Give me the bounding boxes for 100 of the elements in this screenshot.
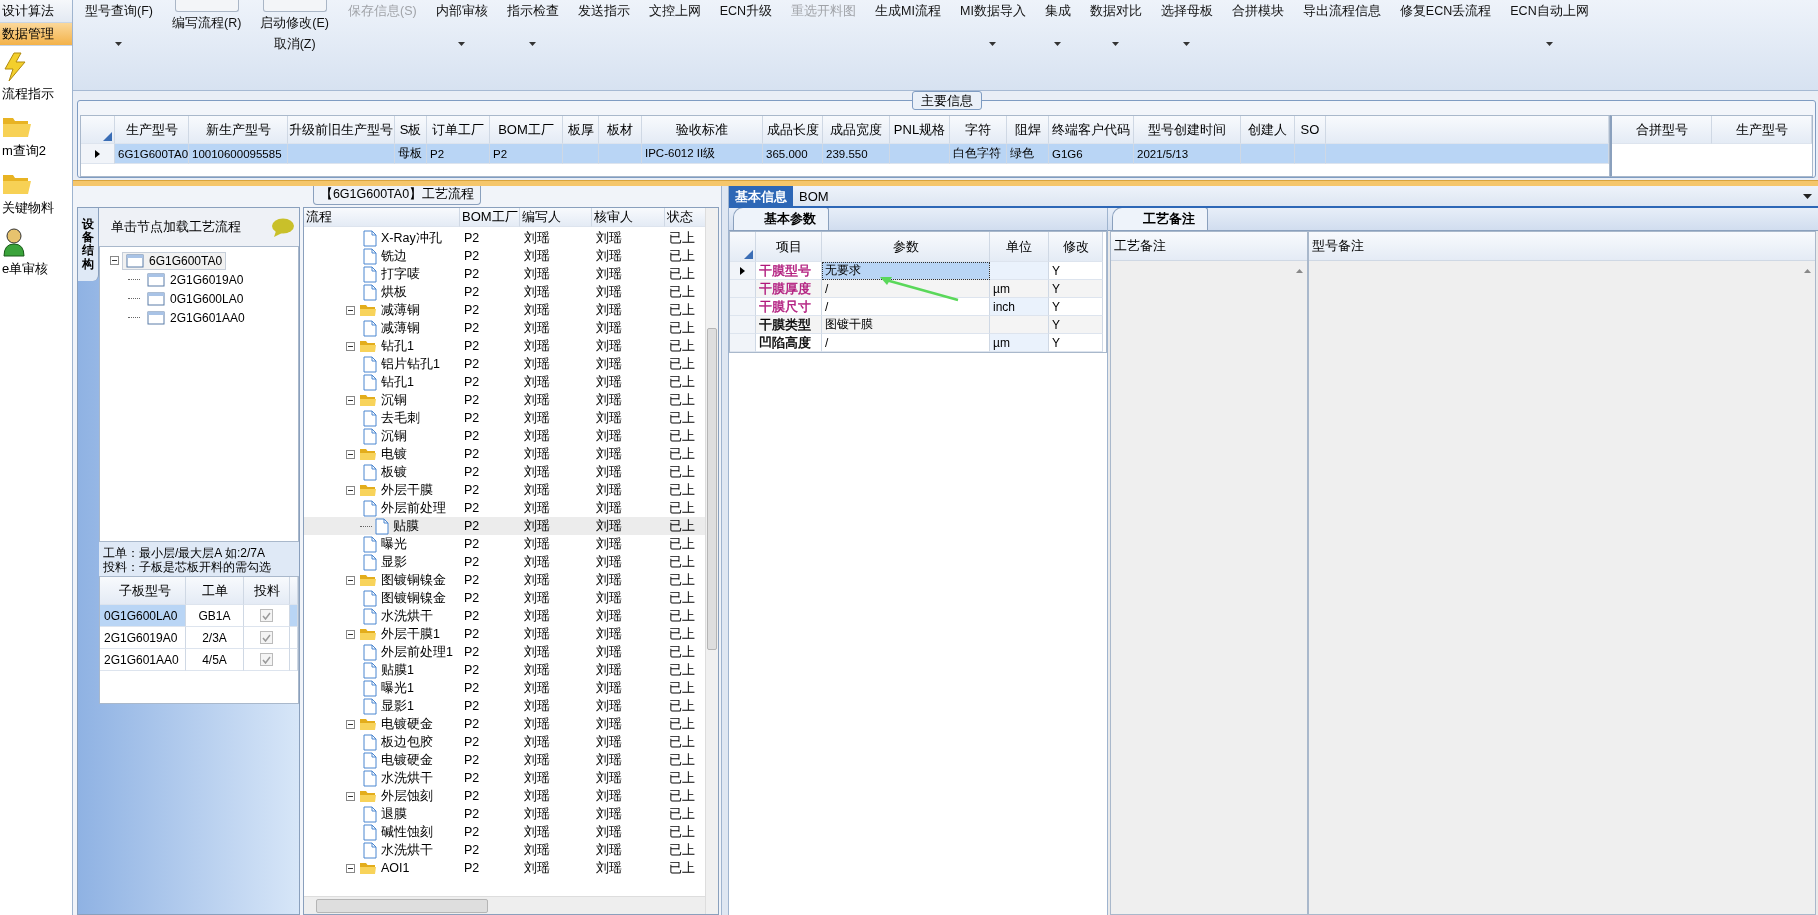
scroll-up-icon[interactable] bbox=[1804, 269, 1811, 273]
table-row[interactable]: 钻孔1 P2 刘瑶 刘瑶 已上 bbox=[304, 373, 705, 391]
tree-node[interactable]: 0G1G600LA0 bbox=[143, 289, 248, 308]
column-header[interactable]: S板 bbox=[395, 116, 427, 144]
toolbar-button[interactable]: 数据对比 bbox=[1087, 2, 1144, 21]
column-header[interactable]: 新生产型号 bbox=[189, 116, 288, 144]
column-header[interactable]: 生产型号 bbox=[115, 116, 189, 144]
caret-icon[interactable] bbox=[1112, 42, 1120, 46]
column-header[interactable]: 创建人 bbox=[1241, 116, 1295, 144]
table-row[interactable]: 贴膜 P2 刘瑶 刘瑶 已上 bbox=[304, 517, 705, 535]
column-header[interactable]: 成品长度 bbox=[763, 116, 823, 144]
table-row[interactable]: 钻孔1 P2 刘瑶 刘瑶 已上 bbox=[304, 337, 705, 355]
table-row[interactable]: 外层蚀刻 P2 刘瑶 刘瑶 已上 bbox=[304, 787, 705, 805]
column-header[interactable]: 单位 bbox=[990, 232, 1049, 262]
table-row[interactable]: 图镀铜镍金 P2 刘瑶 刘瑶 已上 bbox=[304, 571, 705, 589]
table-row[interactable]: 水洗烘干 P2 刘瑶 刘瑶 已上 bbox=[304, 607, 705, 625]
collapse-icon[interactable] bbox=[346, 719, 355, 729]
column-header[interactable]: 工艺备注 bbox=[1111, 232, 1307, 261]
table-row[interactable]: 0G1G600LA0 GB1A bbox=[100, 605, 298, 627]
table-row[interactable]: 外层前处理 P2 刘瑶 刘瑶 已上 bbox=[304, 499, 705, 517]
table-row[interactable]: 电镀硬金 P2 刘瑶 刘瑶 已上 bbox=[304, 751, 705, 769]
toolbar-button[interactable]: 导出流程信息 bbox=[1300, 2, 1383, 21]
lightning-icon[interactable] bbox=[2, 52, 28, 82]
table-row[interactable]: 6G1G600TA0 10010600095585 母板 P2 P2 IPC-6012 II级 365.000 239.550 白色字符 绿色 G1G6 2021/5/13 bbox=[81, 144, 1609, 164]
checkbox[interactable] bbox=[260, 631, 273, 644]
column-header[interactable]: 状态 bbox=[665, 208, 705, 227]
column-header[interactable]: 阻焊 bbox=[1007, 116, 1049, 144]
column-header[interactable]: 核审人 bbox=[592, 208, 665, 227]
column-header[interactable]: 生产型号 bbox=[1712, 116, 1812, 144]
caret-icon[interactable] bbox=[115, 42, 123, 46]
column-header[interactable]: 验收标准 bbox=[642, 116, 763, 144]
sidebar-item[interactable]: 数据管理 bbox=[0, 23, 72, 46]
column-header[interactable]: 投料 bbox=[244, 577, 290, 605]
tree-node[interactable]: 2G1G6019A0 bbox=[143, 270, 248, 289]
checkbox[interactable] bbox=[260, 653, 273, 666]
table-row[interactable]: 曝光1 P2 刘瑶 刘瑶 已上 bbox=[304, 679, 705, 697]
collapse-icon[interactable] bbox=[346, 575, 355, 585]
collapse-icon[interactable] bbox=[346, 629, 355, 639]
collapse-icon[interactable] bbox=[346, 341, 355, 351]
table-row[interactable]: 沉铜 P2 刘瑶 刘瑶 已上 bbox=[304, 391, 705, 409]
column-header[interactable]: 订单工厂 bbox=[427, 116, 490, 144]
caret-icon[interactable] bbox=[1054, 42, 1062, 46]
table-row[interactable]: 烘板 P2 刘瑶 刘瑶 已上 bbox=[304, 283, 705, 301]
table-row[interactable]: 外层干膜 P2 刘瑶 刘瑶 已上 bbox=[304, 481, 705, 499]
table-row[interactable]: 外层前处理1 P2 刘瑶 刘瑶 已上 bbox=[304, 643, 705, 661]
tree-node[interactable]: 6G1G600TA0 bbox=[122, 251, 227, 270]
caret-icon[interactable] bbox=[529, 42, 537, 46]
toolbar-button[interactable]: 编写流程(R) bbox=[169, 14, 244, 33]
column-header[interactable]: 型号备注 bbox=[1309, 232, 1815, 261]
toolbar-button[interactable]: 取消(Z) bbox=[271, 35, 318, 54]
table-row[interactable]: 凹陷高度 / µm Y bbox=[730, 334, 1106, 352]
toolbar-button[interactable]: MI数据导入 bbox=[957, 2, 1028, 21]
column-header[interactable]: 板厚 bbox=[563, 116, 599, 144]
sidebar-item[interactable]: 设计算法 bbox=[0, 0, 72, 23]
column-header[interactable]: BOM工厂 bbox=[490, 116, 563, 144]
collapse-icon[interactable] bbox=[346, 791, 355, 801]
column-header[interactable]: 板材 bbox=[599, 116, 642, 144]
column-header[interactable]: 编写人 bbox=[520, 208, 592, 227]
column-header[interactable]: 修改 bbox=[1049, 232, 1103, 262]
table-row[interactable]: 曝光 P2 刘瑶 刘瑶 已上 bbox=[304, 535, 705, 553]
toolbar-button[interactable]: 启动修改(E) bbox=[258, 14, 331, 33]
caret-icon[interactable] bbox=[1545, 42, 1553, 46]
column-header[interactable]: 成品宽度 bbox=[823, 116, 890, 144]
toolbar-button[interactable]: 选择母板 bbox=[1158, 2, 1215, 21]
tab[interactable]: BOM bbox=[793, 186, 835, 206]
table-row[interactable]: 外层干膜1 P2 刘瑶 刘瑶 已上 bbox=[304, 625, 705, 643]
table-row[interactable]: 铝片钻孔1 P2 刘瑶 刘瑶 已上 bbox=[304, 355, 705, 373]
horizontal-scrollbar[interactable] bbox=[304, 896, 705, 914]
column-header[interactable]: PNL规格 bbox=[890, 116, 950, 144]
collapse-icon[interactable] bbox=[346, 395, 355, 405]
toolbar-button[interactable]: 修复ECN丢流程 bbox=[1397, 2, 1494, 21]
column-header[interactable]: 合拼型号 bbox=[1612, 116, 1712, 144]
toolbar-button[interactable]: ECN自动上网 bbox=[1508, 2, 1591, 21]
column-header[interactable]: 升级前旧生产型号 bbox=[288, 116, 395, 144]
column-header[interactable]: 参数 bbox=[822, 232, 990, 262]
table-row[interactable]: 干膜类型 图镀干膜 Y bbox=[730, 316, 1106, 334]
table-row[interactable]: 沉铜 P2 刘瑶 刘瑶 已上 bbox=[304, 427, 705, 445]
toolbar-button[interactable]: 指示检查 bbox=[504, 2, 561, 21]
table-row[interactable]: 铣边 P2 刘瑶 刘瑶 已上 bbox=[304, 247, 705, 265]
column-header[interactable]: 字符 bbox=[950, 116, 1007, 144]
table-row[interactable]: 显影 P2 刘瑶 刘瑶 已上 bbox=[304, 553, 705, 571]
table-row[interactable]: 图镀铜镍金 P2 刘瑶 刘瑶 已上 bbox=[304, 589, 705, 607]
table-row[interactable]: 电镀硬金 P2 刘瑶 刘瑶 已上 bbox=[304, 715, 705, 733]
sidebar-item[interactable]: e单审核 bbox=[2, 260, 49, 278]
table-row[interactable]: 去毛刺 P2 刘瑶 刘瑶 已上 bbox=[304, 409, 705, 427]
table-row[interactable]: AOI1 P2 刘瑶 刘瑶 已上 bbox=[304, 859, 705, 877]
toolbar-button[interactable]: 集成 bbox=[1042, 2, 1073, 21]
collapse-icon[interactable] bbox=[346, 449, 355, 459]
panel-tab[interactable]: 【6G1G600TA0】工艺流程 bbox=[312, 186, 482, 205]
table-row[interactable]: 2G1G601AA0 4/5A bbox=[100, 649, 298, 671]
toggle-switch[interactable] bbox=[174, 0, 239, 12]
panel-tab[interactable]: 工艺备注 bbox=[1112, 207, 1208, 230]
column-header[interactable]: 型号创建时间 bbox=[1134, 116, 1241, 144]
table-row[interactable]: 干膜厚度 / µm Y bbox=[730, 280, 1106, 298]
tree-node[interactable]: 2G1G601AA0 bbox=[143, 308, 249, 327]
caret-icon[interactable] bbox=[989, 42, 997, 46]
panel-tab[interactable]: 基本参数 bbox=[733, 207, 829, 230]
collapse-icon[interactable] bbox=[346, 485, 355, 495]
sidebar-item[interactable]: m查询2 bbox=[2, 142, 47, 160]
table-row[interactable]: X-Ray冲孔 P2 刘瑶 刘瑶 已上 bbox=[304, 229, 705, 247]
